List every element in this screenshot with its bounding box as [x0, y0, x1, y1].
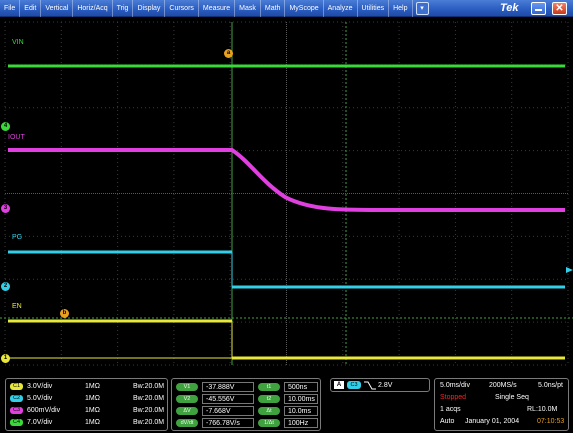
channel-row-2[interactable]: C2 5.0V/div 1MΩ Bᴡ:20.0M — [10, 393, 164, 404]
record-length: RL:10.0M — [527, 406, 558, 413]
cursor-readout-box: V1 -37.888V V2 -45.556V ΔV -7.668V dV/dt… — [171, 378, 321, 431]
channel-row-1[interactable]: C1 3.0V/div 1MΩ Bᴡ:20.0M — [10, 381, 164, 392]
cursor-dvdt-row[interactable]: dV/dt -766.78V/s — [176, 417, 254, 428]
trigger-level-arrow[interactable] — [566, 267, 573, 273]
trigger-source: C3 — [347, 381, 361, 389]
v2-badge: V2 — [176, 394, 198, 403]
en-label: EN — [12, 303, 22, 310]
c1-scale: 3.0V/div — [27, 383, 53, 390]
menu-display[interactable]: Display — [133, 0, 166, 17]
cursor-dt-row[interactable]: Δt 10.0ms — [258, 405, 318, 416]
acq-date: January 01, 2004 — [465, 418, 520, 425]
minimize-icon[interactable] — [531, 2, 546, 15]
timebase: 5.0ms/div — [440, 382, 470, 389]
c4-impedance: 1MΩ — [85, 419, 100, 426]
resolution: 5.0ns/pt — [538, 382, 563, 389]
menu-trig[interactable]: Trig — [113, 0, 134, 17]
dv-badge: ΔV — [176, 406, 198, 415]
brand-logo: Tek — [500, 2, 519, 14]
inv-dt-badge: 1/Δt — [258, 418, 280, 427]
menu-help[interactable]: Help — [389, 0, 413, 17]
trigger-mode-auto: Auto — [440, 418, 455, 425]
acq-seq: Single Seq — [495, 394, 529, 401]
menu-mask[interactable]: Mask — [235, 0, 261, 17]
cursor-t2-row[interactable]: t2 10.00ms — [258, 393, 318, 404]
trigger-box[interactable]: A C3 2.8V — [330, 378, 430, 392]
graticule — [0, 21, 573, 366]
trigger-mode: A — [334, 381, 344, 389]
c2-bandwidth: Bᴡ:20.0M — [133, 395, 165, 402]
ch4-ground-marker[interactable]: 4 — [1, 122, 10, 131]
menu-file[interactable]: File — [0, 0, 21, 17]
close-icon[interactable]: ✕ — [552, 2, 567, 15]
status-panel: C1 3.0V/div 1MΩ Bᴡ:20.0M C2 5.0V/div 1MΩ… — [0, 375, 573, 433]
dt-badge: Δt — [258, 406, 280, 415]
cursor-a-marker[interactable]: a — [224, 49, 233, 58]
c3-badge: C3 — [10, 407, 23, 414]
cursor-v2-row[interactable]: V2 -45.556V — [176, 393, 254, 404]
cursor-t1-row[interactable]: t1 500ns — [258, 381, 318, 392]
c4-scale: 7.0V/div — [27, 419, 53, 426]
cursor-inv-dt-row[interactable]: 1/Δt 100Hz — [258, 417, 318, 428]
dt-value: 10.0ms — [284, 405, 318, 416]
falling-edge-icon — [364, 381, 376, 390]
t2-badge: t2 — [258, 394, 280, 403]
acq-count: 1 acqs — [440, 406, 461, 413]
t1-badge: t1 — [258, 382, 280, 391]
dv-value: -7.668V — [202, 405, 254, 416]
menu-math[interactable]: Math — [261, 0, 286, 17]
ch2-ground-marker[interactable]: 2 — [1, 282, 10, 291]
down-arrow-icon[interactable]: ▾ — [415, 1, 429, 15]
c2-scale: 5.0V/div — [27, 395, 53, 402]
cursor-v1-row[interactable]: V1 -37.888V — [176, 381, 254, 392]
menu-myscope[interactable]: MyScope — [285, 0, 324, 17]
channel-row-3[interactable]: C3 600mV/div 1MΩ Bᴡ:20.0M — [10, 405, 164, 416]
c4-badge: C4 — [10, 419, 23, 426]
c3-impedance: 1MΩ — [85, 407, 100, 414]
c1-impedance: 1MΩ — [85, 383, 100, 390]
v2-value: -45.556V — [202, 393, 254, 404]
dvdt-value: -766.78V/s — [202, 417, 254, 428]
waveform-display[interactable]: VIN IOUT PG EN a b 4 3 2 1 — [0, 17, 573, 375]
menu-utilities[interactable]: Utilities — [358, 0, 390, 17]
acq-time: 07:10:53 — [537, 418, 565, 425]
c1-bandwidth: Bᴡ:20.0M — [133, 383, 165, 390]
channel-settings-box: C1 3.0V/div 1MΩ Bᴡ:20.0M C2 5.0V/div 1MΩ… — [5, 378, 168, 431]
vin-label: VIN — [12, 39, 24, 46]
pg-label: PG — [12, 234, 23, 241]
c3-bandwidth: Bᴡ:20.0M — [133, 407, 165, 414]
v1-badge: V1 — [176, 382, 198, 391]
inv-dt-value: 100Hz — [284, 417, 318, 428]
ch1-ground-marker[interactable]: 1 — [1, 354, 10, 363]
menu-measure[interactable]: Measure — [199, 0, 236, 17]
acq-state: Stopped — [440, 394, 467, 401]
cursor-b-marker[interactable]: b — [60, 309, 69, 318]
menu-edit[interactable]: Edit — [20, 0, 42, 17]
iout-label: IOUT — [8, 134, 25, 141]
t2-value: 10.00ms — [284, 393, 318, 404]
acquisition-box[interactable]: 5.0ms/div 200MS/s 5.0ns/pt Stopped Singl… — [434, 378, 569, 431]
t1-value: 500ns — [284, 381, 318, 392]
dvdt-badge: dV/dt — [176, 418, 198, 427]
c2-impedance: 1MΩ — [85, 395, 100, 402]
c2-badge: C2 — [10, 395, 23, 402]
ch3-ground-marker[interactable]: 3 — [1, 204, 10, 213]
menu-vertical[interactable]: Vertical — [41, 0, 74, 17]
v1-value: -37.888V — [202, 381, 254, 392]
c1-badge: C1 — [10, 383, 23, 390]
menu-horiz-acq[interactable]: Horiz/Acq — [73, 0, 113, 17]
sample-rate: 200MS/s — [489, 382, 517, 389]
menu-analyze[interactable]: Analyze — [324, 0, 358, 17]
c3-scale: 600mV/div — [27, 407, 61, 414]
channel-row-4[interactable]: C4 7.0V/div 1MΩ Bᴡ:20.0M — [10, 417, 164, 428]
c4-bandwidth: Bᴡ:20.0M — [133, 419, 165, 426]
menu-bar: File Edit Vertical Horiz/Acq Trig Displa… — [0, 0, 573, 17]
cursor-dv-row[interactable]: ΔV -7.668V — [176, 405, 254, 416]
trigger-level: 2.8V — [378, 382, 393, 389]
menu-cursors[interactable]: Cursors — [165, 0, 199, 17]
